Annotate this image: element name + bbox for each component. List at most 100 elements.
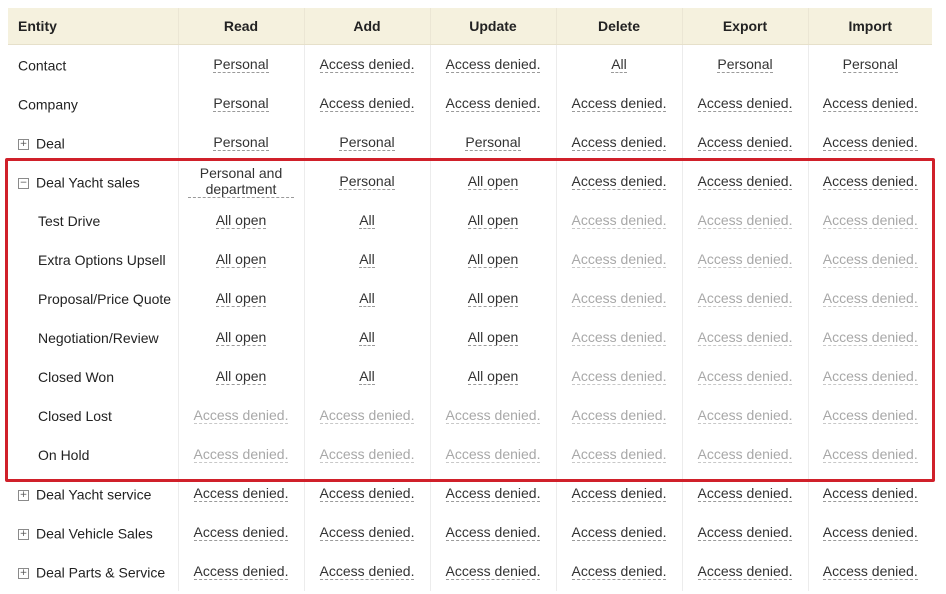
permission-link[interactable]: Access denied. xyxy=(822,485,918,502)
permission-link[interactable]: All xyxy=(359,251,375,268)
permission-link[interactable]: Access denied. xyxy=(571,524,667,541)
permission-link[interactable]: All open xyxy=(215,251,267,268)
permission-link[interactable]: Personal xyxy=(213,134,269,151)
entity-cell: Contact xyxy=(8,44,179,84)
permission-link[interactable]: Access denied. xyxy=(697,485,793,502)
permission-link[interactable]: All xyxy=(359,368,375,385)
permission-link[interactable]: Personal xyxy=(717,56,773,73)
permission-link[interactable]: Access denied. xyxy=(571,95,667,112)
permission-link[interactable]: Personal xyxy=(213,56,269,73)
permission-link[interactable]: Access denied. xyxy=(319,524,415,541)
collapse-icon[interactable]: − xyxy=(18,177,29,189)
permission-link[interactable]: Access denied. xyxy=(697,563,793,580)
permission-cell: Access denied. xyxy=(682,357,809,396)
permission-link[interactable]: Access denied. xyxy=(319,95,415,112)
permission-link[interactable]: All xyxy=(359,329,375,346)
permission-link[interactable]: Access denied. xyxy=(571,173,667,190)
permission-link[interactable]: All open xyxy=(467,329,519,346)
permission-link[interactable]: Access denied. xyxy=(319,563,415,580)
permission-link[interactable]: Personal xyxy=(339,173,395,190)
entity-label: Deal Parts & Service xyxy=(36,564,166,581)
permission-link[interactable]: All open xyxy=(215,329,267,346)
permission-link[interactable]: Personal xyxy=(339,134,395,151)
permission-cell: All open xyxy=(178,240,305,279)
permission-link[interactable]: Access denied. xyxy=(319,485,415,502)
permission-link[interactable]: Access denied. xyxy=(319,56,415,73)
permission-link[interactable]: Access denied. xyxy=(445,407,541,424)
permission-link[interactable]: Access denied. xyxy=(571,563,667,580)
permission-link[interactable]: Access denied. xyxy=(445,56,541,73)
permission-cell: All open xyxy=(178,279,305,318)
permission-link[interactable]: Access denied. xyxy=(193,407,289,424)
entity-cell: Company xyxy=(8,84,179,123)
permission-link[interactable]: Access denied. xyxy=(822,134,918,151)
permission-link[interactable]: Personal xyxy=(842,56,898,73)
permission-link[interactable]: Access denied. xyxy=(445,524,541,541)
permission-link[interactable]: Access denied. xyxy=(822,290,918,307)
entity-label: Deal Yacht sales xyxy=(36,174,140,191)
permission-link[interactable]: All open xyxy=(215,212,267,229)
permission-link[interactable]: Access denied. xyxy=(697,251,793,268)
permission-link[interactable]: Access denied. xyxy=(571,212,667,229)
permission-link[interactable]: Access denied. xyxy=(319,407,415,424)
permission-link[interactable]: Access denied. xyxy=(822,329,918,346)
permission-link[interactable]: Access denied. xyxy=(193,524,289,541)
permission-link[interactable]: Personal and department xyxy=(188,165,294,198)
permission-link[interactable]: Access denied. xyxy=(571,329,667,346)
permission-link[interactable]: Access denied. xyxy=(445,563,541,580)
permission-link[interactable]: Access denied. xyxy=(822,446,918,463)
permission-link[interactable]: All open xyxy=(467,290,519,307)
permission-link[interactable]: All xyxy=(359,212,375,229)
expand-icon[interactable]: + xyxy=(18,567,29,579)
permission-cell: Access denied. xyxy=(556,552,683,591)
permission-link[interactable]: Access denied. xyxy=(822,368,918,385)
permission-link[interactable]: Access denied. xyxy=(445,485,541,502)
permission-link[interactable]: Access denied. xyxy=(571,290,667,307)
expand-icon[interactable]: + xyxy=(18,528,29,540)
permission-link[interactable]: Access denied. xyxy=(193,563,289,580)
permission-link[interactable]: Access denied. xyxy=(697,173,793,190)
permission-link[interactable]: Access denied. xyxy=(571,485,667,502)
permission-link[interactable]: Access denied. xyxy=(822,173,918,190)
permission-link[interactable]: Access denied. xyxy=(697,524,793,541)
permission-link[interactable]: Access denied. xyxy=(571,446,667,463)
permission-link[interactable]: Access denied. xyxy=(822,407,918,424)
permission-link[interactable]: Access denied. xyxy=(822,251,918,268)
permission-link[interactable]: All open xyxy=(467,368,519,385)
permission-link[interactable]: Access denied. xyxy=(697,95,793,112)
permission-link[interactable]: Access denied. xyxy=(697,212,793,229)
permission-link[interactable]: All open xyxy=(215,368,267,385)
permission-link[interactable]: Personal xyxy=(465,134,521,151)
permission-link[interactable]: Access denied. xyxy=(822,563,918,580)
permission-link[interactable]: Access denied. xyxy=(571,251,667,268)
permission-link[interactable]: All open xyxy=(467,212,519,229)
permission-link[interactable]: Access denied. xyxy=(697,368,793,385)
permission-link[interactable]: All open xyxy=(467,251,519,268)
permission-link[interactable]: Access denied. xyxy=(445,95,541,112)
permission-link[interactable]: Access denied. xyxy=(571,134,667,151)
permission-link[interactable]: All xyxy=(359,290,375,307)
permission-link[interactable]: Access denied. xyxy=(571,407,667,424)
permission-link[interactable]: Access denied. xyxy=(193,485,289,502)
permission-link[interactable]: Access denied. xyxy=(697,329,793,346)
permission-cell: Access denied. xyxy=(556,513,683,552)
permission-link[interactable]: Access denied. xyxy=(445,446,541,463)
permission-link[interactable]: Access denied. xyxy=(822,212,918,229)
permission-link[interactable]: Access denied. xyxy=(822,95,918,112)
permission-link[interactable]: Access denied. xyxy=(571,368,667,385)
permission-link[interactable]: Access denied. xyxy=(697,134,793,151)
permission-link[interactable]: All open xyxy=(467,173,519,190)
permission-link[interactable]: Access denied. xyxy=(697,290,793,307)
permission-link[interactable]: All open xyxy=(215,290,267,307)
expand-icon[interactable]: + xyxy=(18,489,29,501)
permission-link[interactable]: Access denied. xyxy=(822,524,918,541)
permission-link[interactable]: Personal xyxy=(213,95,269,112)
permission-cell: Personal xyxy=(178,44,305,84)
permission-link[interactable]: Access denied. xyxy=(697,446,793,463)
permission-link[interactable]: Access denied. xyxy=(697,407,793,424)
permission-link[interactable]: Access denied. xyxy=(193,446,289,463)
entity-label: Negotiation/Review xyxy=(38,330,159,347)
permission-link[interactable]: Access denied. xyxy=(319,446,415,463)
expand-icon[interactable]: + xyxy=(18,138,29,150)
permission-link[interactable]: All xyxy=(611,56,627,73)
